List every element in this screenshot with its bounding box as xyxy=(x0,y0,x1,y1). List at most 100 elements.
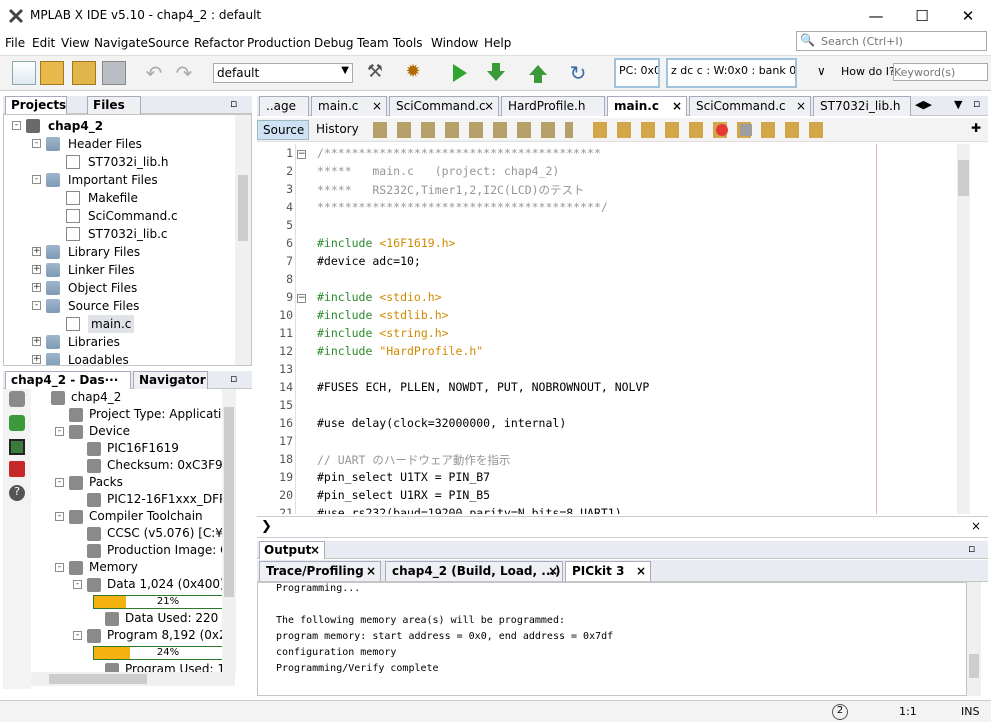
menu-window[interactable]: Window xyxy=(431,36,478,50)
help-icon[interactable]: ? xyxy=(9,485,25,501)
code-area[interactable]: 1 /**************************************… xyxy=(257,144,969,514)
close-button[interactable]: ✕ xyxy=(945,0,991,32)
tree-item-source-files[interactable]: Source Files xyxy=(68,297,139,315)
code-line[interactable]: #include <stdlib.h> xyxy=(317,308,449,322)
program-device-icon[interactable] xyxy=(484,61,508,85)
dashboard-scrollbar[interactable] xyxy=(222,389,236,673)
tree-item-st7032i-lib-h[interactable]: ST7032i_lib.h xyxy=(88,153,169,171)
code-line[interactable]: /***************************************… xyxy=(317,146,601,160)
new-project-icon[interactable] xyxy=(40,61,64,85)
record-macro-icon[interactable] xyxy=(716,124,728,136)
tab-list-icon[interactable]: ▼ xyxy=(954,98,962,111)
refresh-debug-icon[interactable]: ↻ xyxy=(566,61,590,85)
tree-item-st7032i-lib-c[interactable]: ST7032i_lib.c xyxy=(88,225,168,243)
tab-files[interactable]: Files xyxy=(87,96,141,114)
tab-dashboard[interactable]: chap4_2 - Das··· xyxy=(5,371,131,389)
tree-item-makefile[interactable]: Makefile xyxy=(88,189,138,207)
tree-item-libraries[interactable]: Libraries xyxy=(68,333,120,351)
expand-toggle-icon[interactable]: - xyxy=(32,175,41,184)
menu-tools[interactable]: Tools xyxy=(393,36,423,50)
code-line[interactable]: // UART のハードウェア動作を指示 xyxy=(317,452,510,468)
expand-toggle-icon[interactable]: - xyxy=(32,139,41,148)
tab-trace-profiling[interactable]: Trace/Profiling × xyxy=(259,561,381,581)
expand-toggle-icon[interactable]: + xyxy=(32,355,41,364)
tab-build-load[interactable]: chap4_2 (Build, Load, ...) × xyxy=(385,561,563,581)
tree-item-important-files[interactable]: Important Files xyxy=(68,171,158,189)
code-line[interactable]: #include "HardProfile.h" xyxy=(317,344,483,358)
run-icon[interactable] xyxy=(447,61,471,85)
scroll-thumb[interactable] xyxy=(238,175,248,241)
tree-item-linker-files[interactable]: Linker Files xyxy=(68,261,135,279)
menu-navigate[interactable]: Navigate xyxy=(94,36,148,50)
minimize-panel-icon[interactable]: ▫ xyxy=(968,542,975,555)
menu-debug[interactable]: Debug xyxy=(314,36,353,50)
tree-item-main-c[interactable]: main.c xyxy=(88,315,135,333)
dashboard-hscrollbar[interactable] xyxy=(31,672,235,686)
fold-toggle-icon[interactable]: − xyxy=(297,294,306,303)
refresh-icon[interactable] xyxy=(9,415,25,431)
edit-icons[interactable] xyxy=(593,122,823,138)
notifications-badge[interactable]: 2 xyxy=(832,704,848,720)
maximize-editor-icon[interactable]: ▫ xyxy=(973,97,980,110)
maximize-button[interactable]: ☐ xyxy=(899,0,945,32)
overflow-chevron-icon[interactable]: ∨ xyxy=(817,64,826,78)
menu-source[interactable]: Source xyxy=(148,36,189,50)
code-line[interactable]: #pin_select U1RX = PIN_B5 xyxy=(317,488,490,502)
tab-editor-age[interactable]: ..age xyxy=(259,96,309,116)
search-input[interactable] xyxy=(821,33,981,49)
config-select[interactable]: default ▼ xyxy=(213,63,353,83)
close-icon[interactable]: × xyxy=(971,519,981,533)
expand-toggle-icon[interactable]: - xyxy=(55,563,64,572)
tab-editor-scicommand[interactable]: SciCommand.c × xyxy=(389,96,499,116)
close-icon[interactable]: × xyxy=(310,543,320,557)
tab-navigator[interactable]: Navigator xyxy=(133,371,208,389)
menu-production[interactable]: Production xyxy=(247,36,311,50)
tab-editor-st7032[interactable]: ST7032i_lib.h xyxy=(813,96,911,116)
tree-item-scicommand-c[interactable]: SciCommand.c xyxy=(88,207,178,225)
code-line[interactable]: #use delay(clock=32000000, internal) xyxy=(317,416,566,430)
output-scrollbar[interactable] xyxy=(967,582,981,696)
tree-item-header-files[interactable]: Header Files xyxy=(68,135,142,153)
code-line[interactable]: #include <string.h> xyxy=(317,326,449,340)
settings-icon[interactable] xyxy=(9,391,25,407)
clean-build-icon[interactable]: ✹ xyxy=(401,61,425,85)
tree-item-loadables[interactable]: Loadables xyxy=(68,351,129,365)
tab-pickit[interactable]: PICkit 3 × xyxy=(565,561,651,581)
build-hammer-icon[interactable]: ⚒ xyxy=(363,61,387,85)
tab-editor-main-active[interactable]: main.c × xyxy=(607,96,687,116)
tree-item-object-files[interactable]: Object Files xyxy=(68,279,137,297)
expand-toggle-icon[interactable]: - xyxy=(32,301,41,310)
read-device-icon[interactable] xyxy=(526,61,550,85)
tab-editor-hardprofile[interactable]: HardProfile.h xyxy=(501,96,605,116)
minimize-button[interactable]: — xyxy=(853,0,899,32)
code-line[interactable]: #FUSES ECH, PLLEN, NOWDT, PUT, NOBROWNOU… xyxy=(317,380,649,394)
close-icon[interactable]: × xyxy=(484,99,494,113)
undo-icon[interactable]: ↶ xyxy=(142,61,166,85)
keyword-input[interactable] xyxy=(893,63,988,81)
tab-projects[interactable]: Projects xyxy=(5,96,67,114)
menu-refactor[interactable]: Refactor xyxy=(194,36,244,50)
code-line[interactable]: #device adc=10; xyxy=(317,254,421,268)
minimize-panel-icon[interactable]: ▫ xyxy=(230,97,237,110)
menu-view[interactable]: View xyxy=(61,36,89,50)
tab-editor-scicommand2[interactable]: SciCommand.c × xyxy=(689,96,811,116)
redo-icon[interactable]: ↷ xyxy=(172,61,196,85)
expand-toggle-icon[interactable]: + xyxy=(32,247,41,256)
pdf-icon[interactable] xyxy=(9,461,25,477)
code-line[interactable]: ****************************************… xyxy=(317,200,608,214)
expand-toggle-icon[interactable]: + xyxy=(32,283,41,292)
stop-macro-icon[interactable] xyxy=(740,124,752,136)
close-icon[interactable]: × xyxy=(636,564,646,578)
tab-editor-main[interactable]: main.c × xyxy=(311,96,387,116)
source-button[interactable]: Source xyxy=(257,120,309,140)
open-project-icon[interactable] xyxy=(72,61,96,85)
editor-scrollbar[interactable] xyxy=(957,144,970,514)
menu-edit[interactable]: Edit xyxy=(32,36,55,50)
chip-view-icon[interactable] xyxy=(9,439,25,455)
save-icon[interactable] xyxy=(102,61,126,85)
close-icon[interactable]: × xyxy=(548,564,558,578)
tree-item-library-files[interactable]: Library Files xyxy=(68,243,140,261)
minimize-panel-icon[interactable]: ▫ xyxy=(230,372,237,385)
menu-help[interactable]: Help xyxy=(484,36,511,50)
output-tab[interactable]: Output × xyxy=(259,541,325,559)
